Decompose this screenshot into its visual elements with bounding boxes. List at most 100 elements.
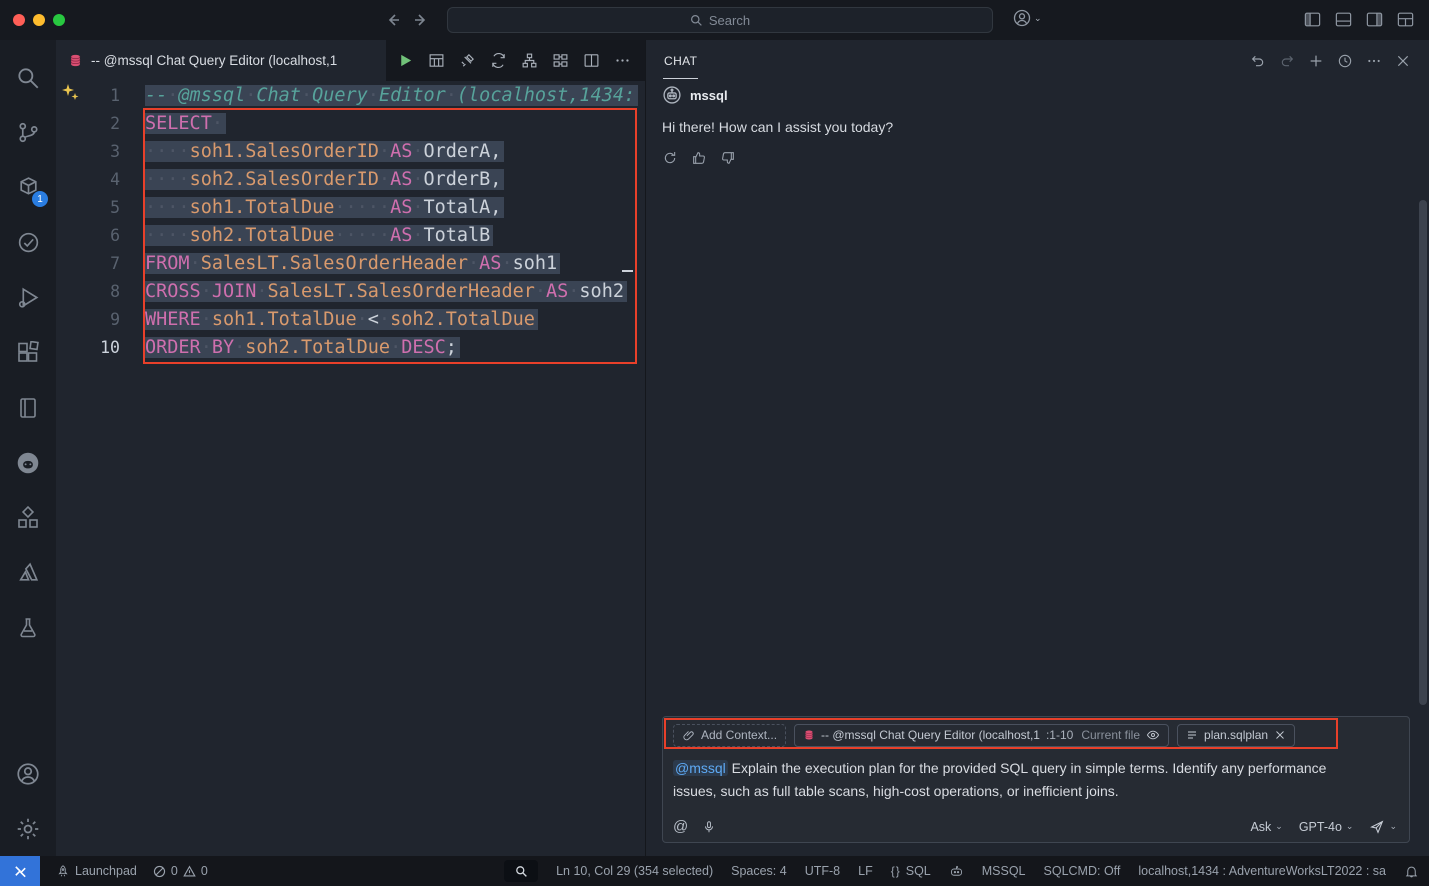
back-arrow-icon[interactable]: [385, 12, 401, 28]
remote-explorer-icon[interactable]: 1: [4, 160, 52, 215]
line-number: 8: [56, 282, 126, 301]
toggle-sidebar-left-icon[interactable]: [1303, 10, 1322, 29]
copilot-icon[interactable]: [949, 864, 964, 879]
chat-prompt-text[interactable]: @mssql Explain the execution plan for th…: [673, 757, 1333, 803]
forward-arrow-icon[interactable]: [413, 12, 429, 28]
code-line[interactable]: 8CROSS·JOIN·SalesLT.SalesOrderHeader·AS·…: [56, 277, 645, 305]
code-line[interactable]: 3····soh1.SalesOrderID·AS·OrderA,: [56, 137, 645, 165]
editor-toolbar: [386, 40, 645, 81]
sqlcmd-status[interactable]: SQLCMD: Off: [1044, 864, 1121, 878]
flask-icon[interactable]: [4, 600, 52, 655]
microphone-icon[interactable]: [702, 820, 716, 834]
model-dropdown[interactable]: GPT-4o⌄: [1299, 820, 1354, 834]
close-icon[interactable]: [1395, 53, 1411, 69]
mode-dropdown[interactable]: Ask⌄: [1250, 820, 1282, 834]
chat-input-container[interactable]: Add Context... -- @mssql Chat Query Edit…: [662, 716, 1410, 843]
extensions-icon[interactable]: [4, 325, 52, 380]
more-actions-icon[interactable]: [1366, 53, 1382, 69]
send-button[interactable]: ⌄: [1369, 819, 1397, 835]
remote-indicator[interactable]: [0, 856, 40, 886]
more-actions-icon[interactable]: [614, 52, 631, 69]
chevron-down-icon: ⌄: [1346, 821, 1354, 832]
add-context-button[interactable]: Add Context...: [673, 724, 786, 747]
components-icon[interactable]: [4, 490, 52, 545]
file-lines-icon: [1186, 729, 1198, 741]
close-icon[interactable]: [1274, 729, 1286, 741]
language-mode-status[interactable]: {} SQL: [891, 864, 931, 878]
indentation-status[interactable]: Spaces: 4: [731, 864, 787, 878]
code-line[interactable]: 2SELECT·: [56, 109, 645, 137]
regenerate-icon[interactable]: [662, 150, 678, 166]
run-debug-icon[interactable]: [4, 270, 52, 325]
mention-chip[interactable]: @mssql: [673, 760, 728, 776]
badge: 1: [32, 191, 48, 207]
split-editor-icon[interactable]: [583, 52, 600, 69]
mssql-status[interactable]: MSSQL: [982, 864, 1026, 878]
thumbs-up-icon[interactable]: [691, 150, 707, 166]
toggle-panel-icon[interactable]: [1334, 10, 1353, 29]
new-chat-icon[interactable]: [1308, 53, 1324, 69]
accounts-icon[interactable]: [4, 746, 52, 801]
line-number: 2: [56, 114, 126, 133]
activity-bar: 1: [0, 40, 56, 856]
settings-gear-icon[interactable]: [4, 801, 52, 856]
eye-icon[interactable]: [1146, 728, 1160, 742]
code-line[interactable]: 7FROM·SalesLT.SalesOrderHeader·AS·soh1: [56, 249, 645, 277]
code-line[interactable]: 4····soh2.SalesOrderID·AS·OrderB,: [56, 165, 645, 193]
error-icon: [153, 865, 166, 878]
database-icon: [803, 729, 815, 741]
query-plan-icon[interactable]: [552, 52, 569, 69]
toggle-sidebar-right-icon[interactable]: [1365, 10, 1384, 29]
tab-chat[interactable]: CHAT: [663, 42, 698, 79]
launchpad-button[interactable]: Launchpad: [56, 864, 137, 878]
change-connection-icon[interactable]: [490, 52, 507, 69]
plan-file-chip[interactable]: plan.sqlplan: [1177, 724, 1295, 747]
history-icon[interactable]: [1337, 53, 1353, 69]
close-window-button[interactable]: [13, 14, 25, 26]
chat-header: CHAT: [646, 40, 1429, 81]
undo-icon[interactable]: [1250, 53, 1266, 69]
source-control-icon[interactable]: [4, 105, 52, 160]
code-line[interactable]: 9WHERE·soh1.TotalDue·<·soh2.TotalDue: [56, 305, 645, 333]
tab-label: -- @mssql Chat Query Editor (localhost,1: [91, 53, 337, 68]
plan-file-label: plan.sqlplan: [1204, 728, 1268, 742]
encoding-status[interactable]: UTF-8: [805, 864, 840, 878]
profile-menu[interactable]: ⌄: [1012, 8, 1042, 28]
disconnect-plug-icon[interactable]: [459, 52, 476, 69]
window-controls: [13, 14, 65, 26]
code-line[interactable]: 5····soh1.TotalDue·····AS·TotalA,: [56, 193, 645, 221]
code-lines: 1--·@mssql·Chat·Query·Editor·(localhost,…: [56, 81, 645, 361]
notebook-icon[interactable]: [4, 380, 52, 435]
connection-status[interactable]: localhost,1434 : AdventureWorksLT2022 : …: [1138, 864, 1386, 878]
context-file-chip[interactable]: -- @mssql Chat Query Editor (localhost,1…: [794, 724, 1169, 747]
results-grid-icon[interactable]: [428, 52, 445, 69]
eol-status[interactable]: LF: [858, 864, 873, 878]
status-bar: Launchpad 0 0 Ln 10, Col 29 (354 selecte…: [0, 856, 1429, 886]
command-center-search[interactable]: Search: [447, 7, 993, 33]
azure-icon[interactable]: [4, 545, 52, 600]
search-status-pill[interactable]: [504, 860, 538, 882]
code-line[interactable]: 10ORDER·BY·soh2.TotalDue·DESC;: [56, 333, 645, 361]
schema-hierarchy-icon[interactable]: [521, 52, 538, 69]
editor-tab[interactable]: -- @mssql Chat Query Editor (localhost,1: [56, 40, 386, 81]
github-icon[interactable]: [4, 435, 52, 490]
problems-button[interactable]: 0 0: [153, 864, 208, 878]
redo-icon[interactable]: [1279, 53, 1295, 69]
code-line[interactable]: 6····soh2.TotalDue·····AS·TotalB: [56, 221, 645, 249]
thumbs-down-icon[interactable]: [720, 150, 736, 166]
copilot-sparkle-icon[interactable]: [61, 83, 79, 101]
maximize-window-button[interactable]: [53, 14, 65, 26]
customize-layout-icon[interactable]: [1396, 10, 1415, 29]
line-number: 10: [56, 338, 126, 357]
minimize-window-button[interactable]: [33, 14, 45, 26]
cursor-position-status[interactable]: Ln 10, Col 29 (354 selected): [556, 864, 713, 878]
editor-body[interactable]: 1--·@mssql·Chat·Query·Editor·(localhost,…: [56, 81, 645, 856]
mention-icon[interactable]: @: [673, 818, 688, 835]
run-query-icon[interactable]: [397, 52, 414, 69]
testing-icon[interactable]: [4, 215, 52, 270]
notifications-bell-icon[interactable]: [1404, 864, 1419, 879]
code-line[interactable]: 1--·@mssql·Chat·Query·Editor·(localhost,…: [56, 81, 645, 109]
search-icon[interactable]: [4, 50, 52, 105]
message-author: mssql: [690, 88, 728, 103]
chat-scrollbar[interactable]: [1419, 200, 1427, 705]
